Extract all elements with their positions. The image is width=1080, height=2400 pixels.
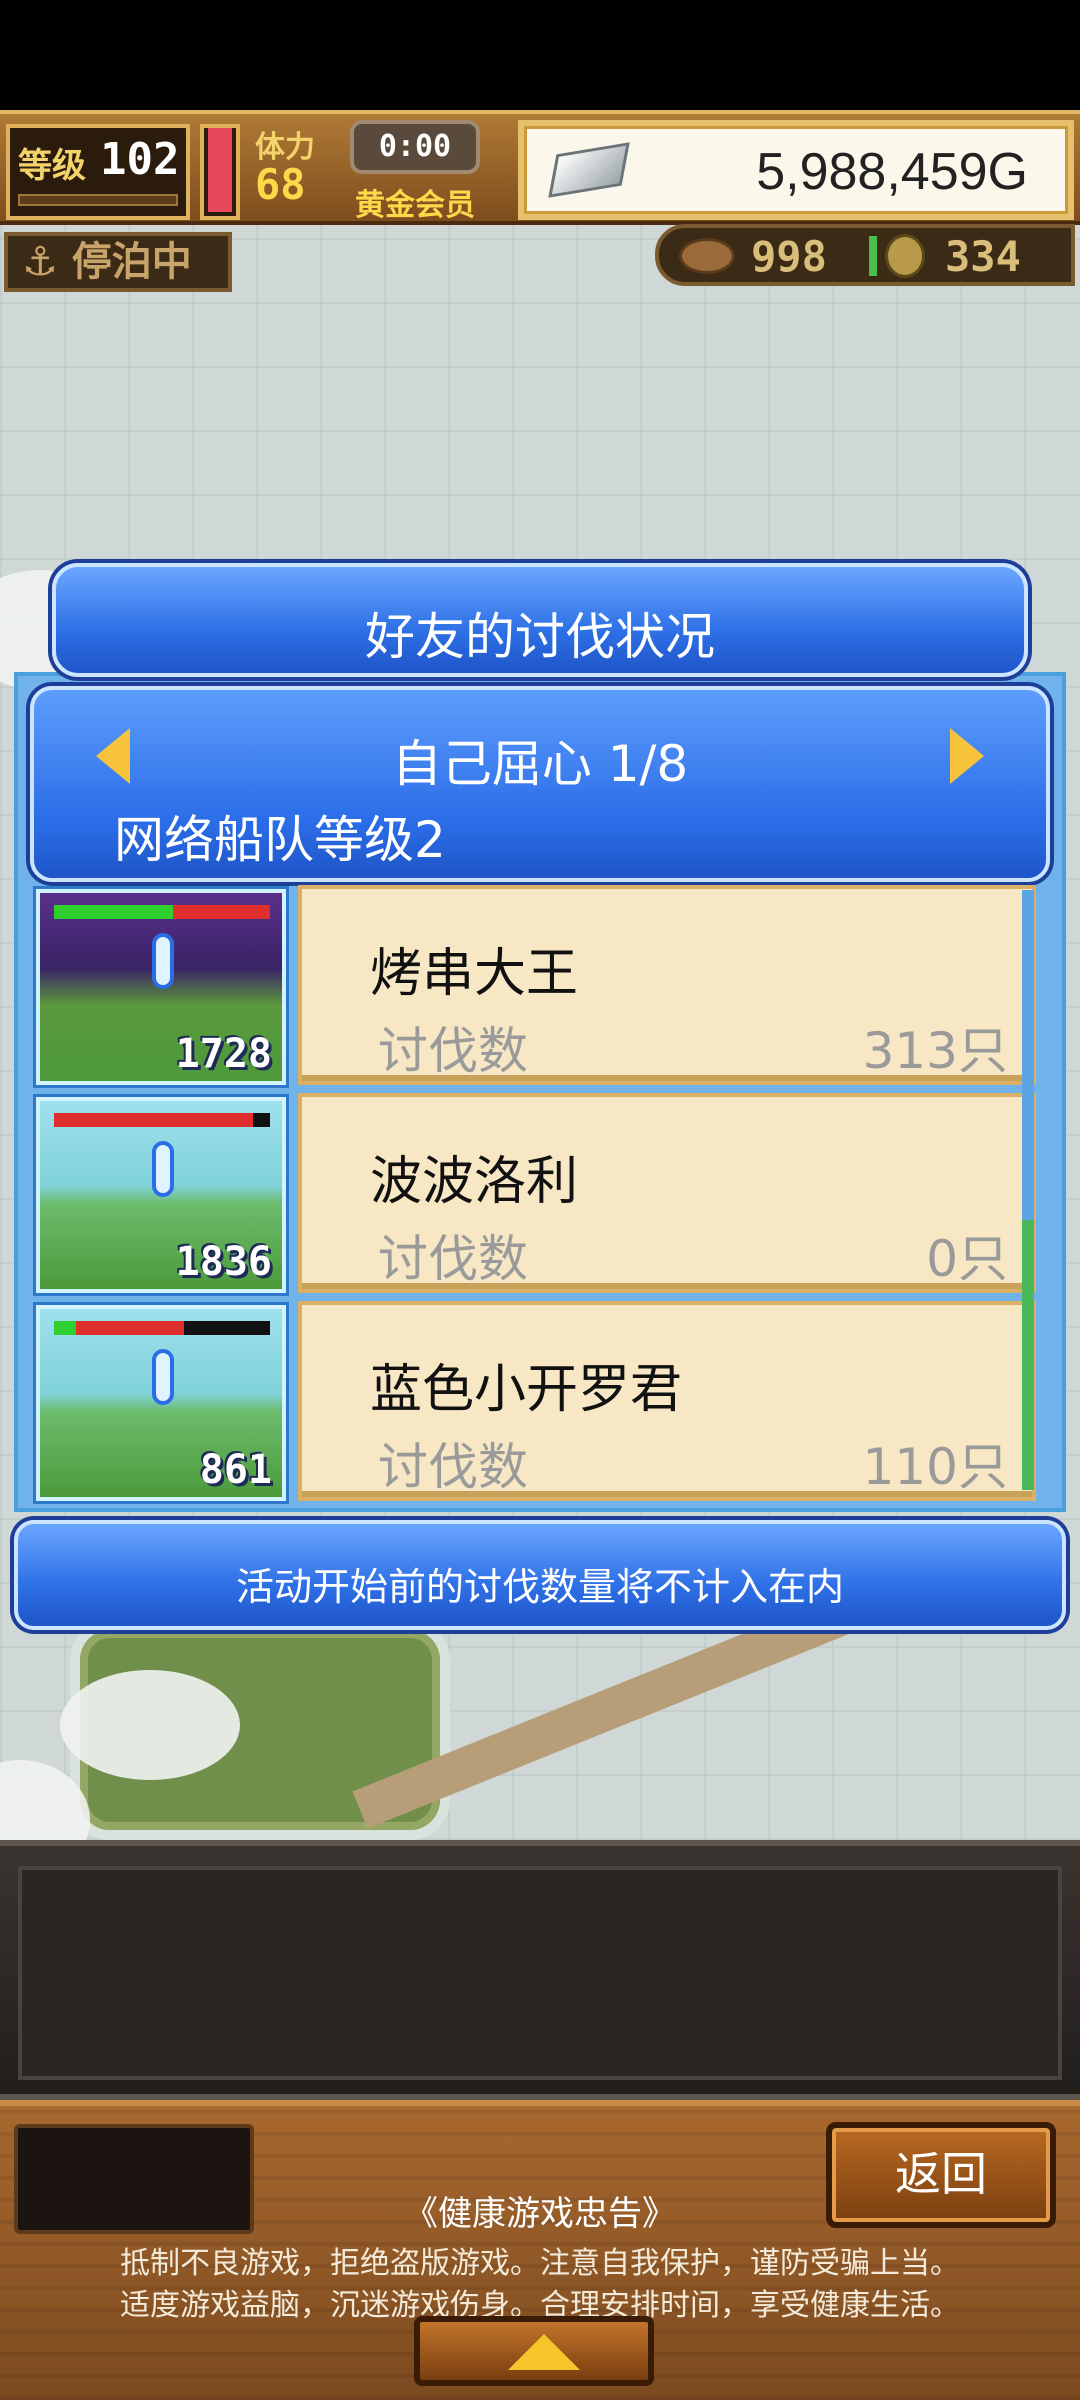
timer: 0:00: [350, 120, 480, 174]
exp-bar: [18, 194, 178, 206]
hp-bar-fill: [54, 1113, 253, 1127]
fleet-level: 网络船队等级2: [114, 811, 446, 869]
hp-bar: [54, 1321, 270, 1335]
alert-icon: [152, 1349, 174, 1405]
gold-amount: 5,988,459G: [756, 143, 1028, 201]
resource2-value: 334: [945, 232, 1021, 281]
hp-bar-fill: [54, 905, 173, 919]
stamina-gauge-fill: [208, 128, 232, 212]
monster-thumbnail: 1728: [36, 889, 286, 1085]
dialog-title: 好友的讨伐状况: [365, 608, 715, 666]
friend-name: 波波洛利: [370, 1152, 579, 1212]
monster-number: 861: [199, 1447, 272, 1493]
note-text: 活动开始前的讨伐数量将不计入在内: [235, 1565, 844, 1609]
defeat-count-value: 110只: [862, 1438, 1008, 1496]
dock-status-label: 停泊中: [71, 239, 192, 285]
dialog-title-bar: 好友的讨伐状况: [52, 563, 1028, 677]
dock-status[interactable]: ⚓ 停泊中: [4, 232, 232, 292]
level-box: 等级 102: [6, 124, 190, 220]
anchor-icon: ⚓: [22, 239, 58, 285]
meat-icon: [679, 238, 735, 274]
silver-bar-icon: [548, 142, 630, 198]
level-label: 等级: [18, 146, 86, 186]
coin-icon: [885, 234, 925, 278]
cloud: [60, 1670, 240, 1780]
health-advice-line1: 抵制不良游戏，拒绝盗版游戏。注意自我保护，谨防受骗上当。: [120, 2246, 960, 2281]
note-bar: 活动开始前的讨伐数量将不计入在内: [14, 1520, 1066, 1630]
defeat-count-value: 0只: [926, 1230, 1008, 1288]
gold-display[interactable]: 5,988,459G: [518, 120, 1074, 220]
health-advice-title: 《健康游戏忠告》: [404, 2194, 676, 2234]
friend-card[interactable]: 波波洛利 讨伐数 0只: [298, 1093, 1036, 1293]
defeat-count-label: 讨伐数: [378, 1022, 528, 1080]
friend-name: 蓝色小开罗君: [370, 1360, 683, 1420]
monster-thumbnail: 1836: [36, 1097, 286, 1293]
expand-menu-button[interactable]: [414, 2316, 654, 2386]
page-header: 自己屈心 1/8 网络船队等级2: [30, 686, 1050, 882]
defeat-count-label: 讨伐数: [378, 1230, 528, 1288]
top-hud: 等级 102 体力 68 0:00 黄金会员 5,988,459G: [0, 110, 1080, 225]
scrollbar-thumb[interactable]: [1022, 1220, 1034, 1490]
resource-divider: [869, 236, 877, 276]
hp-bar-green: [54, 1321, 76, 1335]
defeat-count-label: 讨伐数: [378, 1438, 528, 1496]
monster-thumbnail: 861: [36, 1305, 286, 1501]
hp-bar: [54, 1113, 270, 1127]
list-scrollbar[interactable]: [1022, 890, 1034, 1490]
page-title: 自己屈心 1/8: [391, 735, 689, 793]
friend-card[interactable]: 烤串大王 讨伐数 313只: [298, 885, 1036, 1085]
monster-number: 1836: [175, 1239, 272, 1285]
up-arrow-icon: [508, 2334, 580, 2370]
membership-badge[interactable]: 黄金会员: [355, 180, 475, 224]
alert-icon: [152, 1141, 174, 1197]
level-value: 102: [100, 134, 180, 185]
friend-name: 烤串大王: [370, 944, 579, 1004]
stamina-gauge: [200, 124, 240, 220]
monster-number: 1728: [175, 1031, 272, 1077]
defeat-count-value: 313只: [862, 1022, 1008, 1080]
list-item[interactable]: 1836 波波洛利 讨伐数 0只: [36, 1093, 1036, 1293]
hp-bar-fill: [75, 1321, 184, 1335]
message-panel: [0, 1840, 1080, 2100]
hp-bar: [54, 905, 270, 919]
resource-display: 998 334: [655, 224, 1075, 286]
friend-card[interactable]: 蓝色小开罗君 讨伐数 110只: [298, 1301, 1036, 1501]
resource1-value: 998: [751, 232, 827, 281]
next-page-arrow-icon[interactable]: [950, 728, 984, 784]
list-item[interactable]: 861 蓝色小开罗君 讨伐数 110只: [36, 1301, 1036, 1501]
list-item[interactable]: 1728 烤串大王 讨伐数 313只: [36, 885, 1036, 1085]
friend-list[interactable]: 1728 烤串大王 讨伐数 313只 1836 波波洛利 讨伐数 0只 861 …: [36, 885, 1036, 1505]
stamina-value: 68: [255, 160, 306, 209]
alert-icon: [152, 933, 174, 989]
message-area: [18, 1866, 1062, 2080]
